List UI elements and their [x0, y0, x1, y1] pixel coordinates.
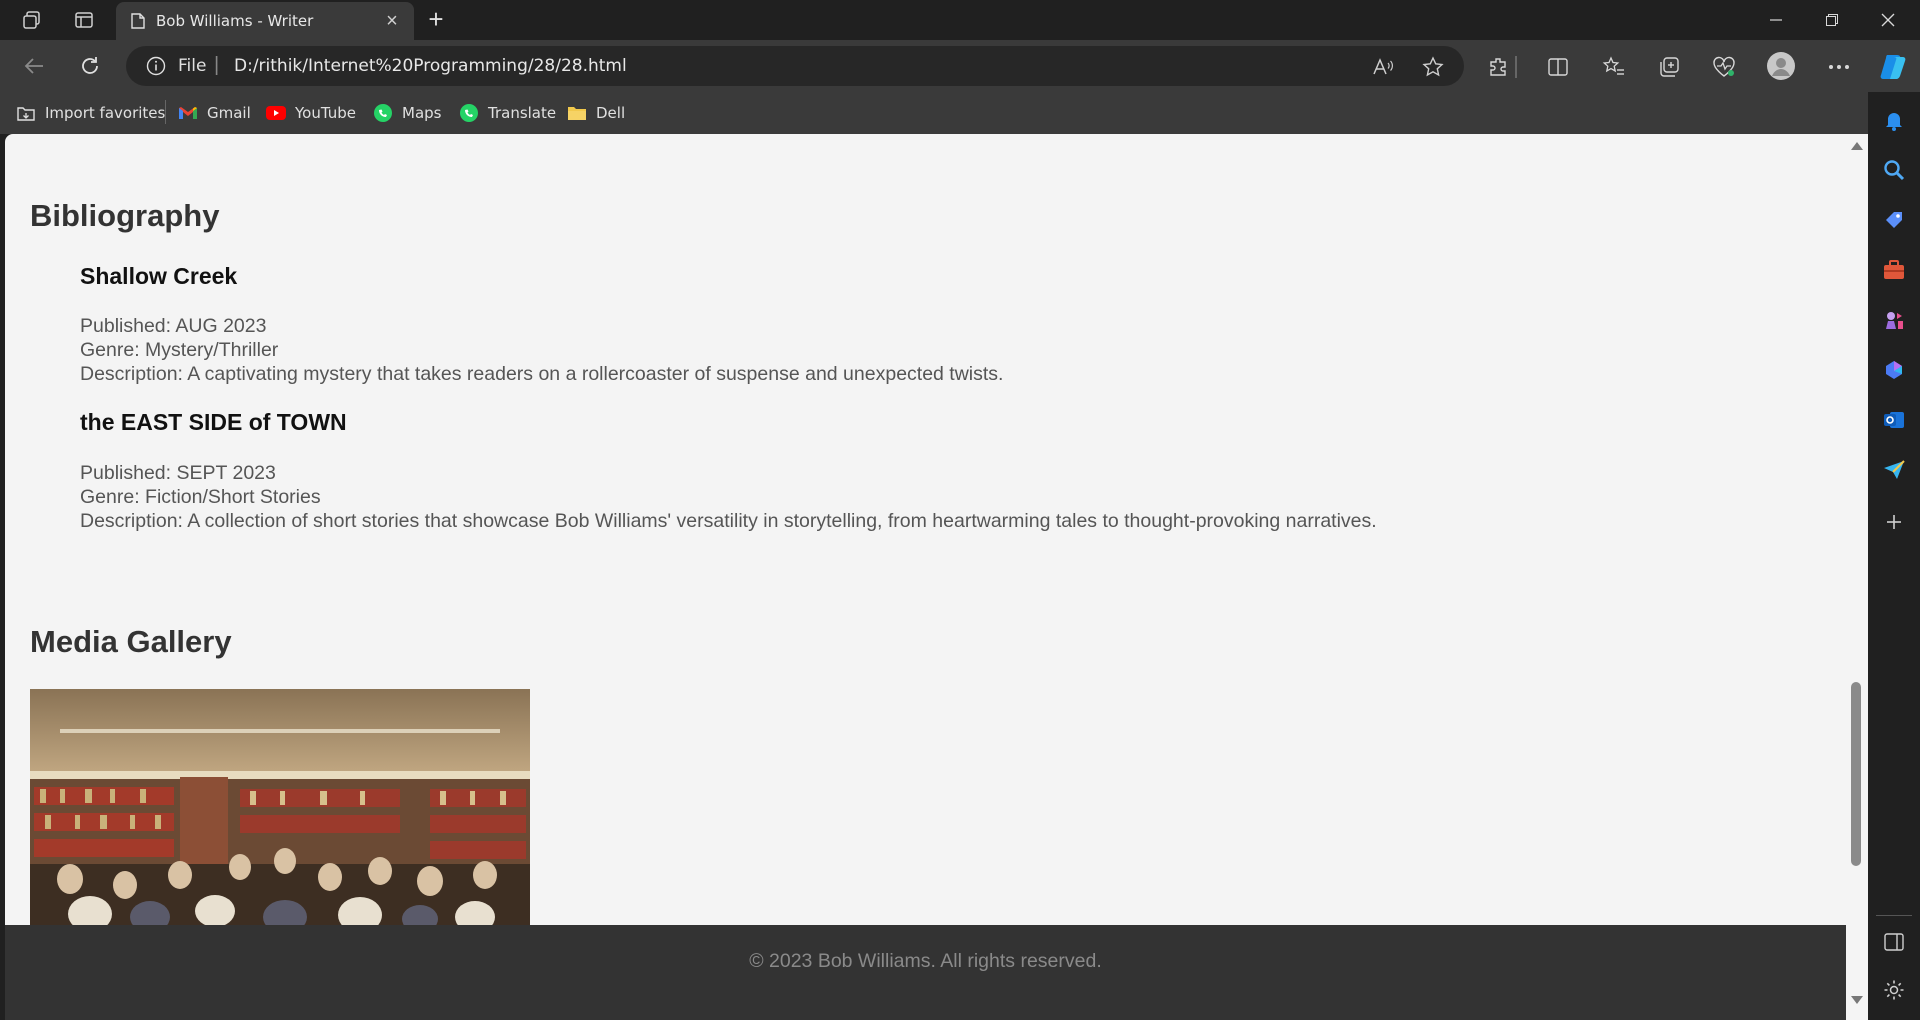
tab-title: Bob Williams - Writer [156, 12, 314, 30]
site-info-icon[interactable] [146, 56, 166, 76]
favorite-dell[interactable]: Dell [567, 102, 625, 124]
favorite-label: YouTube [295, 104, 356, 122]
notification-bell-icon[interactable] [1882, 108, 1906, 132]
close-window-icon[interactable] [1860, 0, 1916, 40]
tab-active[interactable]: Bob Williams - Writer × [116, 2, 414, 40]
read-aloud-icon[interactable] [1372, 56, 1394, 78]
favorite-label: Translate [488, 104, 557, 122]
book-published: Published: AUG 2023 [80, 315, 267, 337]
favorite-star-icon[interactable] [1422, 56, 1444, 78]
favorite-label: Dell [596, 104, 626, 122]
book-title: the EAST SIDE of TOWN [80, 409, 347, 435]
microsoft-365-icon[interactable] [1882, 358, 1906, 382]
restore-icon[interactable] [1804, 0, 1860, 40]
shopping-tag-icon[interactable] [1882, 208, 1906, 232]
gmail-icon [178, 103, 198, 123]
navigation-toolbar: File | D:/rithik/Internet%20Programming/… [0, 40, 1920, 92]
send-plane-icon[interactable] [1882, 458, 1906, 482]
address-bar[interactable]: File | D:/rithik/Internet%20Programming/… [126, 46, 1464, 86]
favorite-label: Maps [402, 104, 442, 122]
more-options-icon[interactable] [1826, 54, 1852, 80]
minimize-icon[interactable] [1748, 0, 1804, 40]
back-arrow-icon[interactable] [20, 52, 48, 80]
favorite-translate[interactable]: Translate [459, 102, 556, 124]
new-tab-icon[interactable]: + [422, 6, 450, 34]
favorites-bar: Import favorites Gmail YouTube Maps Tran… [0, 92, 1920, 134]
copyright-text: © 2023 Bob Williams. All rights reserved… [749, 950, 1102, 972]
favorite-youtube[interactable]: YouTube [266, 102, 356, 124]
settings-gear-icon[interactable] [1882, 978, 1906, 1002]
book-published: Published: SEPT 2023 [80, 462, 276, 484]
favorite-label: Import favorites [45, 104, 166, 122]
address-divider: | [214, 54, 220, 76]
add-icon[interactable] [1882, 510, 1906, 534]
sidebar-divider [1876, 915, 1912, 916]
book-genre: Genre: Fiction/Short Stories [80, 486, 321, 508]
extensions-icon[interactable] [1486, 54, 1512, 80]
toolbar-divider [1515, 56, 1517, 78]
outlook-icon[interactable] [1882, 408, 1906, 432]
youtube-icon [266, 103, 286, 123]
media-gallery-heading: Media Gallery [30, 624, 232, 659]
page-footer: © 2023 Bob Williams. All rights reserved… [5, 925, 1846, 1020]
address-url[interactable]: D:/rithik/Internet%20Programming/28/28.h… [234, 56, 627, 76]
favorite-maps[interactable]: Maps [373, 102, 441, 124]
book-description: Description: A collection of short stori… [80, 510, 1377, 532]
favorite-gmail[interactable]: Gmail [178, 102, 251, 124]
scroll-down-arrow-icon[interactable] [1851, 996, 1863, 1004]
book-description: Description: A captivating mystery that … [80, 363, 1004, 385]
tab-actions-icon[interactable] [72, 8, 96, 32]
favorite-label: Gmail [207, 104, 251, 122]
favorites-list-icon[interactable] [1601, 54, 1627, 80]
book-genre: Genre: Mystery/Thriller [80, 339, 279, 361]
hide-sidebar-icon[interactable] [1882, 930, 1906, 954]
page-content: Bibliography Shallow Creek Published: AU… [5, 134, 1846, 929]
profile-avatar[interactable] [1766, 51, 1796, 81]
favorites-divider [165, 100, 166, 124]
edge-sidebar [1868, 92, 1920, 1020]
games-icon[interactable] [1882, 308, 1906, 332]
translate-icon [459, 103, 479, 123]
search-icon[interactable] [1882, 158, 1906, 182]
gallery-photo-book-reading [30, 689, 530, 929]
page-icon [130, 13, 146, 29]
vertical-scrollbar[interactable] [1846, 134, 1868, 1020]
browser-essentials-icon[interactable] [1711, 54, 1737, 80]
import-icon [16, 103, 36, 123]
page-viewport: Bibliography Shallow Creek Published: AU… [5, 134, 1846, 1020]
refresh-icon[interactable] [76, 52, 104, 80]
whatsapp-icon [373, 103, 393, 123]
address-scheme-label: File [178, 56, 207, 76]
folder-icon [567, 103, 587, 123]
scroll-up-arrow-icon[interactable] [1851, 142, 1863, 150]
split-screen-icon[interactable] [1545, 54, 1571, 80]
bibliography-heading: Bibliography [30, 198, 220, 233]
collections-icon[interactable] [1656, 54, 1682, 80]
tools-briefcase-icon[interactable] [1882, 258, 1906, 282]
favorite-import[interactable]: Import favorites [16, 102, 165, 124]
workspaces-icon[interactable] [20, 8, 44, 32]
close-tab-icon[interactable]: × [382, 11, 402, 31]
scrollbar-thumb[interactable] [1851, 682, 1861, 866]
book-title: Shallow Creek [80, 263, 238, 289]
title-bar: Bob Williams - Writer × + [0, 0, 1920, 40]
copilot-icon[interactable] [1878, 50, 1910, 82]
